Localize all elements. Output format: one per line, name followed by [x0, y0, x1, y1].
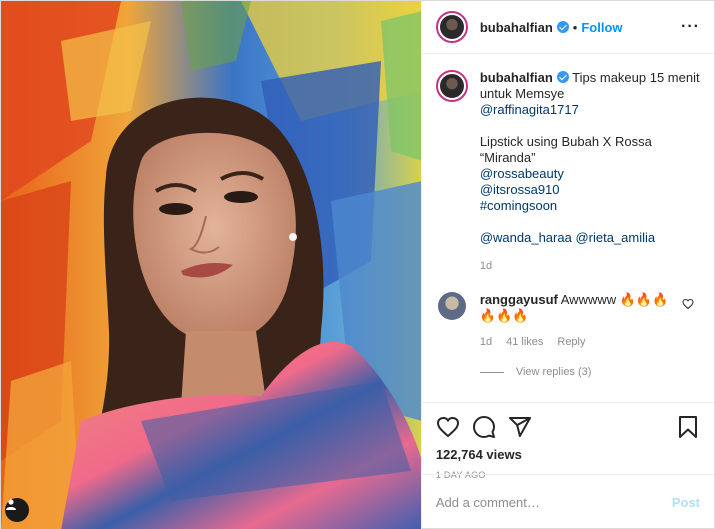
view-replies-label: View replies (3)	[515, 366, 592, 378]
post-details-panel: bubahalfian • Follow ··· bubahalfian Tip…	[420, 1, 714, 529]
share-icon[interactable]	[508, 415, 532, 439]
caption-username[interactable]: bubahalfian	[480, 70, 553, 85]
reply-button[interactable]: Reply	[557, 334, 585, 350]
author-username[interactable]: bubahalfian	[480, 20, 553, 35]
comment-input[interactable]	[435, 495, 672, 510]
comment-like-icon[interactable]	[682, 298, 694, 310]
caption-lipstick-line: Lipstick using Bubah X Rossa	[479, 134, 652, 149]
bookmark-icon[interactable]	[676, 415, 700, 439]
author-avatar[interactable]	[435, 11, 468, 43]
more-options-icon[interactable]: ···	[681, 18, 700, 36]
view-count[interactable]: 122,764 views	[436, 447, 700, 462]
caption-avatar[interactable]	[435, 70, 468, 102]
comment-likes[interactable]: 41 likes	[506, 334, 543, 350]
comment-meta: 1d 41 likes Reply	[480, 334, 680, 350]
mention-wanda[interactable]: @wanda_haraa	[480, 230, 572, 245]
mention-rossabeauty[interactable]: @rossabeauty	[480, 166, 564, 181]
comment-icon[interactable]	[472, 415, 496, 439]
user-tag-icon[interactable]	[5, 498, 29, 522]
hashtag-comingsoon[interactable]: #comingsoon	[480, 198, 557, 213]
mention-rieta[interactable]: @rieta_amilia	[575, 230, 655, 245]
post-modal: bubahalfian • Follow ··· bubahalfian Tip…	[0, 0, 715, 529]
post-video[interactable]	[1, 1, 421, 529]
comment-composer: Post	[421, 474, 714, 529]
verified-badge-icon	[556, 21, 569, 33]
caption-time[interactable]: 1d	[480, 258, 700, 274]
video-frame	[1, 1, 421, 529]
post-actions: 122,764 views 1 DAY AGO Post	[421, 402, 714, 529]
comments-section: bubahalfian Tips makeup 15 menit untuk M…	[422, 54, 714, 402]
caption-body: bubahalfian Tips makeup 15 menit untuk M…	[480, 70, 700, 274]
post-comment-button[interactable]: Post	[672, 495, 700, 510]
mention-raffinagita[interactable]: @raffinagita1717	[480, 102, 579, 117]
header-separator: •	[572, 19, 578, 35]
action-icons	[436, 411, 700, 443]
caption-verified-icon	[556, 71, 569, 83]
follow-button[interactable]: Follow	[581, 20, 622, 35]
user-glyph	[6, 499, 16, 510]
heart-icon[interactable]	[436, 415, 460, 439]
replies-divider	[479, 371, 504, 373]
caption: bubahalfian Tips makeup 15 menit untuk M…	[435, 70, 700, 274]
comment-item: ranggayusuf Awwwww 🔥🔥🔥🔥🔥🔥 1d 41 likes Re…	[436, 292, 700, 350]
comment-body: ranggayusuf Awwwww 🔥🔥🔥🔥🔥🔥 1d 41 likes Re…	[480, 292, 680, 350]
commenter-username[interactable]: ranggayusuf	[480, 292, 558, 307]
comment-time[interactable]: 1d	[480, 334, 492, 350]
caption-shade-line: “Miranda”	[479, 150, 536, 165]
mention-itsrossa[interactable]: @itsrossa910	[480, 182, 560, 197]
post-header: bubahalfian • Follow ···	[421, 1, 714, 54]
view-replies-button[interactable]: View replies (3)	[479, 366, 700, 378]
commenter-avatar[interactable]	[437, 292, 466, 320]
